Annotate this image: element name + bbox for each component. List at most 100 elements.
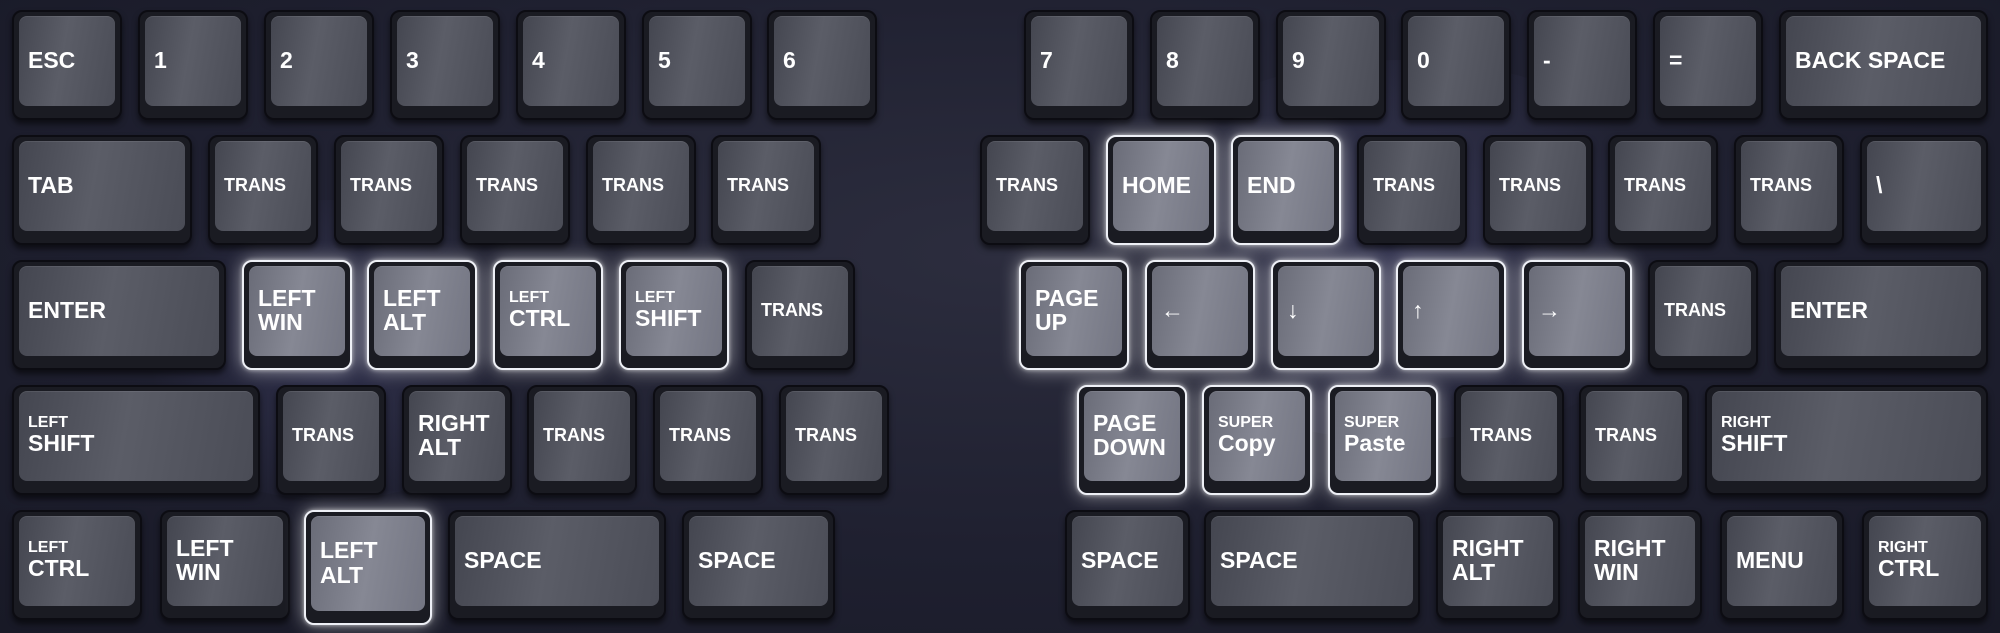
key-9[interactable]: 9: [1276, 10, 1386, 120]
key-sublabel: LEFT: [28, 413, 68, 431]
key-trans-r2-1[interactable]: TRANS: [208, 135, 318, 245]
key-space-1[interactable]: SPACE: [448, 510, 666, 620]
key-trans-r4-1[interactable]: TRANS: [276, 385, 386, 495]
key-arrow-right[interactable]: →: [1522, 260, 1632, 370]
key-trans-r2-4[interactable]: TRANS: [586, 135, 696, 245]
key-trans-r2-6[interactable]: TRANS: [980, 135, 1090, 245]
key-end[interactable]: END: [1231, 135, 1341, 245]
key-label: TRANS: [1664, 262, 1750, 358]
key-right-win[interactable]: RIGHT WIN: [1578, 510, 1702, 620]
key-backslash[interactable]: \: [1860, 135, 1988, 245]
key-mainlabel: SPACE: [698, 546, 776, 573]
key-mainlabel: SPACE: [1220, 546, 1298, 573]
key-super-copy[interactable]: SUPER Copy: [1202, 385, 1312, 495]
key-label: TRANS: [727, 137, 813, 233]
key-label: 2: [280, 12, 366, 108]
key-equals[interactable]: =: [1653, 10, 1763, 120]
key-trans-r2-10[interactable]: TRANS: [1734, 135, 1844, 245]
key-super-paste[interactable]: SUPER Paste: [1328, 385, 1438, 495]
key-tab[interactable]: TAB: [12, 135, 192, 245]
key-trans-r4-4[interactable]: TRANS: [779, 385, 889, 495]
key-space-4[interactable]: SPACE: [1204, 510, 1420, 620]
key-sublabel: SUPER: [1344, 413, 1400, 431]
key-trans-r2-2[interactable]: TRANS: [334, 135, 444, 245]
key-trans-r4-2[interactable]: TRANS: [527, 385, 637, 495]
key-7[interactable]: 7: [1024, 10, 1134, 120]
key-right-alt-r4[interactable]: RIGHT ALT: [402, 385, 512, 495]
key-mainlabel: 3: [406, 46, 419, 73]
key-left-win-r3[interactable]: LEFT WIN: [242, 260, 352, 370]
key-trans-r2-3[interactable]: TRANS: [460, 135, 570, 245]
key-trans-r2-8[interactable]: TRANS: [1483, 135, 1593, 245]
key-right-shift[interactable]: RIGHT SHIFT: [1705, 385, 1988, 495]
key-backspace[interactable]: BACK SPACE: [1779, 10, 1988, 120]
key-right-ctrl[interactable]: RIGHT CTRL: [1862, 510, 1988, 620]
key-menu[interactable]: MENU: [1720, 510, 1844, 620]
key-mainlabel: PAGE: [1035, 284, 1099, 311]
key-label: BACK SPACE: [1795, 12, 1980, 108]
key-6[interactable]: 6: [767, 10, 877, 120]
key-left-shift[interactable]: LEFT SHIFT: [12, 385, 260, 495]
key-trans-r4-3[interactable]: TRANS: [653, 385, 763, 495]
key-trans-r4-6[interactable]: TRANS: [1579, 385, 1689, 495]
key-left-win[interactable]: LEFT WIN: [160, 510, 290, 620]
key-mainlabel: 5: [658, 46, 671, 73]
key-label: PAGE UP: [1035, 262, 1121, 358]
key-3[interactable]: 3: [390, 10, 500, 120]
key-label: 3: [406, 12, 492, 108]
key-sublabel: LEFT: [635, 288, 675, 306]
key-label: LEFT WIN: [258, 262, 344, 358]
key-mainlabel: TRANS: [543, 424, 605, 445]
key-label: ENTER: [28, 262, 218, 358]
key-enter-left[interactable]: ENTER: [12, 260, 226, 370]
key-page-down[interactable]: PAGE DOWN: [1077, 385, 1187, 495]
key-label: END: [1247, 137, 1333, 233]
key-arrow-up[interactable]: ↑: [1396, 260, 1506, 370]
key-left-ctrl-r3[interactable]: LEFT CTRL: [493, 260, 603, 370]
key-mainlabel: TRANS: [996, 174, 1058, 195]
key-right-alt[interactable]: RIGHT ALT: [1436, 510, 1560, 620]
key-mainlabel: RIGHT: [418, 409, 490, 436]
key-mainlabel: LEFT: [383, 284, 441, 311]
key-label: 1: [154, 12, 240, 108]
key-label: TRANS: [224, 137, 310, 233]
key-0[interactable]: 0: [1401, 10, 1511, 120]
key-mainlabel: RIGHT: [1452, 534, 1524, 561]
key-trans-r2-7[interactable]: TRANS: [1357, 135, 1467, 245]
key-left-ctrl[interactable]: LEFT CTRL: [12, 510, 142, 620]
key-1[interactable]: 1: [138, 10, 248, 120]
key-label: LEFT ALT: [383, 262, 469, 358]
key-trans-r3-1[interactable]: TRANS: [745, 260, 855, 370]
key-arrow-down[interactable]: ↓: [1271, 260, 1381, 370]
key-4[interactable]: 4: [516, 10, 626, 120]
key-trans-r2-9[interactable]: TRANS: [1608, 135, 1718, 245]
key-mainlabel: SPACE: [1081, 546, 1159, 573]
key-minus[interactable]: -: [1527, 10, 1637, 120]
key-2[interactable]: 2: [264, 10, 374, 120]
key-label: 5: [658, 12, 744, 108]
key-left-shift-r3[interactable]: LEFT SHIFT: [619, 260, 729, 370]
key-arrow-left[interactable]: ←: [1145, 260, 1255, 370]
key-space-3[interactable]: SPACE: [1065, 510, 1190, 620]
key-left-alt[interactable]: LEFT ALT: [304, 510, 432, 625]
key-enter-right[interactable]: ENTER: [1774, 260, 1988, 370]
key-trans-r3-2[interactable]: TRANS: [1648, 260, 1758, 370]
key-label: LEFT ALT: [320, 512, 424, 613]
key-8[interactable]: 8: [1150, 10, 1260, 120]
key-mainlabel-line2: ALT: [1452, 559, 1496, 585]
key-label: PAGE DOWN: [1093, 387, 1179, 483]
key-page-up[interactable]: PAGE UP: [1019, 260, 1129, 370]
key-trans-r4-5[interactable]: TRANS: [1454, 385, 1564, 495]
key-label: ←: [1161, 262, 1247, 358]
key-left-alt-r3[interactable]: LEFT ALT: [367, 260, 477, 370]
key-label: MENU: [1736, 512, 1836, 608]
key-mainlabel: Paste: [1344, 430, 1406, 457]
key-home[interactable]: HOME: [1106, 135, 1216, 245]
key-trans-r2-5[interactable]: TRANS: [711, 135, 821, 245]
key-esc[interactable]: ESC: [12, 10, 122, 120]
key-mainlabel: 4: [532, 46, 545, 73]
key-mainlabel: ←: [1161, 296, 1184, 323]
key-5[interactable]: 5: [642, 10, 752, 120]
key-space-2[interactable]: SPACE: [682, 510, 835, 620]
key-mainlabel: TRANS: [1750, 174, 1812, 195]
